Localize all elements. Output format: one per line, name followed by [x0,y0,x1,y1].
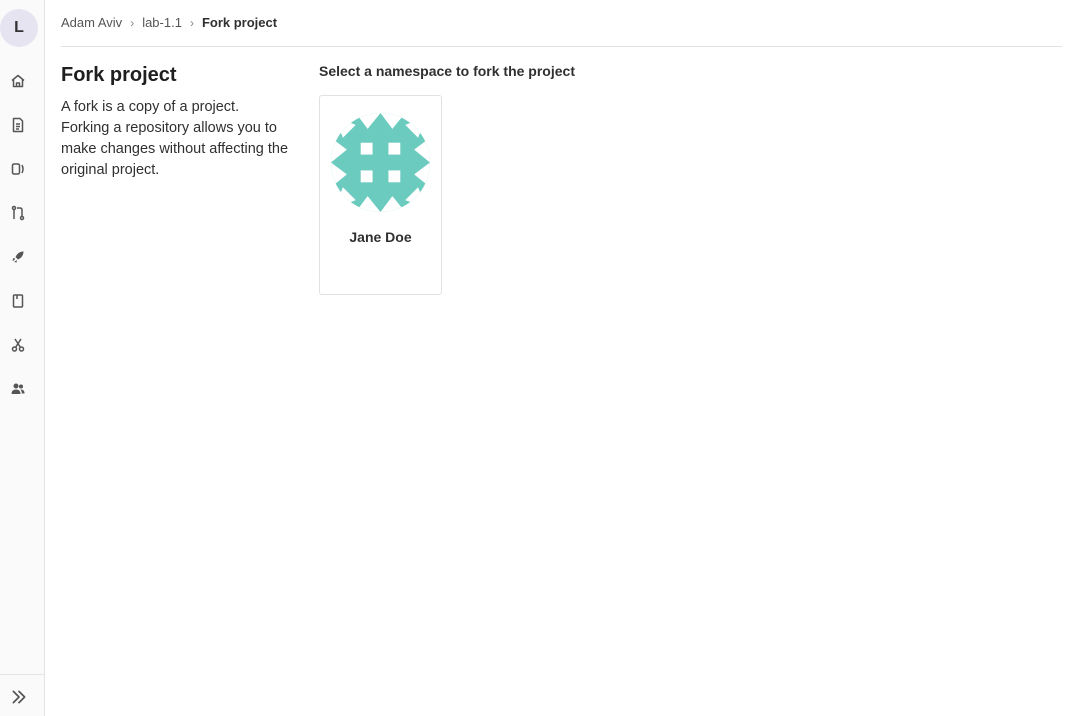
chevron-right-icon: › [189,15,194,30]
double-chevron-right-icon[interactable] [10,688,28,706]
project-avatar[interactable]: L [0,9,38,47]
page-title: Fork project [61,64,177,86]
issues-icon[interactable] [9,160,27,178]
document-icon[interactable] [9,116,27,134]
merge-request-icon[interactable] [9,204,27,222]
sidebar-collapse-area [0,674,44,716]
scissors-icon[interactable] [9,336,27,354]
breadcrumb-item-project[interactable]: lab-1.1 [142,15,182,30]
page-intro: Fork project A fork is a copy of a proje… [61,64,291,181]
page-description: A fork is a copy of a project. Forking a… [61,99,289,178]
namespace-name: Jane Doe [349,229,412,245]
namespace-card[interactable]: Jane Doe [319,95,442,295]
rocket-icon[interactable] [9,248,27,266]
namespace-section-title: Select a namespace to fork the project [319,63,575,79]
breadcrumb-item-namespace[interactable]: Adam Aviv [61,15,122,30]
users-icon[interactable] [9,380,27,398]
book-icon[interactable] [9,292,27,310]
breadcrumb-item-current[interactable]: Fork project [202,15,277,30]
breadcrumb: Adam Aviv › lab-1.1 › Fork project [61,15,277,30]
home-icon[interactable] [9,72,27,90]
namespace-avatar [331,113,430,212]
header-divider [61,46,1062,47]
sidebar: L [0,0,45,716]
chevron-right-icon: › [130,15,135,30]
namespace-section: Select a namespace to fork the project [319,63,575,79]
